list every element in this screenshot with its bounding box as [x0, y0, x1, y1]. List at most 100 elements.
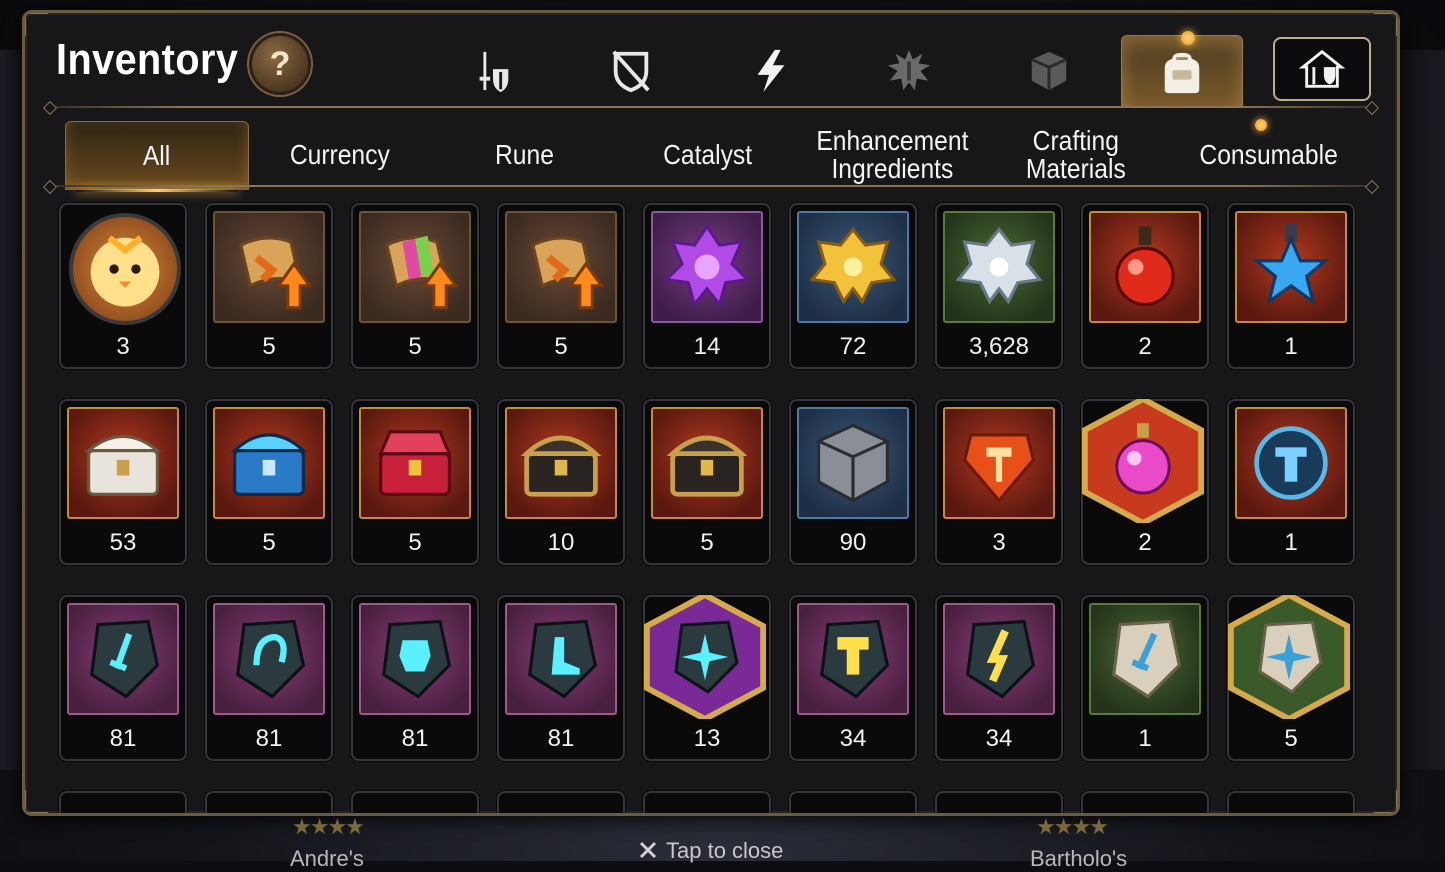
inventory-slot[interactable]: 2 [1081, 399, 1209, 565]
blue-chest-icon [230, 433, 308, 496]
background-left [0, 50, 22, 770]
item-frame [1089, 211, 1201, 323]
inventory-slot[interactable] [497, 791, 625, 813]
item-frame [67, 603, 179, 715]
tab-label: Rune [494, 139, 554, 170]
corner-ornament [25, 13, 48, 36]
inventory-slot[interactable]: 1 [1227, 203, 1355, 369]
item-frame [1227, 595, 1351, 719]
inventory-slot[interactable]: 53 [59, 399, 187, 565]
tab-all[interactable]: All [65, 121, 249, 192]
inventory-slot[interactable]: 1 [1227, 399, 1355, 565]
broken-shield-icon [612, 50, 650, 93]
item-count: 2 [1138, 333, 1152, 360]
item-count: 5 [408, 333, 422, 360]
divider [42, 100, 1380, 116]
tab-consumable[interactable]: Consumable [1169, 121, 1369, 189]
tab-rune[interactable]: Rune [433, 121, 615, 189]
tab-items[interactable] [1121, 35, 1243, 108]
inventory-slot[interactable]: 90 [789, 399, 917, 565]
tab-material[interactable] [989, 35, 1109, 107]
inventory-slot[interactable]: 3,628 [935, 203, 1063, 369]
pale-sword-stone-icon [1112, 619, 1182, 699]
tab-label: Currency [290, 139, 390, 170]
item-count: 81 [109, 725, 137, 752]
tab-catalyst[interactable] [849, 35, 969, 107]
armor-stone-icon [382, 619, 452, 699]
sword-stone-icon [90, 619, 160, 699]
inventory-slot[interactable]: 34 [789, 595, 917, 761]
inventory-slot[interactable]: 81 [59, 595, 187, 761]
hammer-gem-icon [962, 433, 1036, 503]
inventory-slot[interactable]: 5 [643, 399, 771, 565]
inventory-slot[interactable]: 81 [497, 595, 625, 761]
item-frame [213, 211, 325, 323]
inventory-slot[interactable]: 5 [205, 399, 333, 565]
tab-enhancement-ingredients[interactable]: Enhancement Ingredients [801, 121, 983, 189]
tab-artifact[interactable] [571, 35, 691, 107]
tab-storage[interactable] [1273, 37, 1371, 101]
item-count: 2 [1138, 529, 1152, 556]
item-count: 1 [1138, 725, 1152, 752]
notification-dot [1181, 31, 1195, 45]
inventory-slot[interactable]: 72 [789, 203, 917, 369]
inventory-slot[interactable] [935, 791, 1063, 813]
item-frame [1235, 407, 1347, 519]
inventory-slot[interactable] [643, 791, 771, 813]
item-frame [505, 407, 617, 519]
inventory-slot[interactable]: 5 [205, 203, 333, 369]
inventory-slot[interactable]: 5 [1227, 595, 1355, 761]
inventory-slot[interactable]: 81 [205, 595, 333, 761]
item-frame [651, 407, 763, 519]
house-shield-icon [1299, 49, 1345, 88]
inventory-slot[interactable]: 34 [935, 595, 1063, 761]
inventory-slot[interactable] [205, 791, 333, 813]
backpack-icon [1164, 52, 1200, 94]
item-frame [505, 211, 617, 323]
white-chest-icon [84, 434, 162, 496]
item-count: 34 [985, 725, 1013, 752]
inventory-slot[interactable] [1081, 791, 1209, 813]
inventory-slot[interactable] [789, 791, 917, 813]
inventory-slot[interactable] [59, 791, 187, 813]
item-frame [359, 211, 471, 323]
star-stone-icon [643, 595, 767, 719]
spiky-crest-icon [887, 49, 931, 91]
item-frame [69, 213, 181, 325]
item-count: 81 [401, 725, 429, 752]
inventory-slot[interactable]: 14 [643, 203, 771, 369]
inventory-slot[interactable]: 3 [935, 399, 1063, 565]
inventory-slot[interactable]: 2 [1081, 203, 1209, 369]
inventory-panel: Inventory ? All Currency Rune Catalyst E… [22, 10, 1400, 816]
inventory-slot[interactable] [351, 791, 479, 813]
close-icon[interactable] [638, 840, 658, 860]
item-count: 3 [116, 333, 130, 360]
inventory-slot[interactable]: 5 [351, 399, 479, 565]
tab-catalyst[interactable]: Catalyst [617, 121, 799, 189]
inventory-slot[interactable]: 5 [351, 203, 479, 369]
item-frame [797, 211, 909, 323]
tap-to-close[interactable]: Tap to close [666, 838, 783, 864]
reforge-hammer-icon [1254, 426, 1328, 500]
tab-skill[interactable] [711, 35, 831, 107]
tab-equipment[interactable] [433, 35, 553, 107]
character-name: Bartholo's [1030, 846, 1128, 871]
star-rating: ★★★★ [1036, 814, 1109, 839]
sword-shield-icon [479, 51, 509, 93]
inventory-slot[interactable]: 13 [643, 595, 771, 761]
inventory-slot[interactable]: 5 [497, 203, 625, 369]
tab-currency[interactable]: Currency [249, 121, 431, 189]
inventory-slot[interactable]: 3 [59, 203, 187, 369]
tab-crafting-materials[interactable]: Crafting Materials [985, 121, 1167, 189]
item-count: 90 [839, 529, 867, 556]
boots-stone-icon [528, 619, 598, 699]
inventory-slot[interactable]: 81 [351, 595, 479, 761]
item-count: 14 [693, 333, 721, 360]
item-count: 81 [547, 725, 575, 752]
inventory-slot[interactable]: 1 [1081, 595, 1209, 761]
item-frame [213, 407, 325, 519]
inventory-slot[interactable]: 10 [497, 399, 625, 565]
item-count: 72 [839, 333, 867, 360]
inventory-slot[interactable] [1227, 791, 1355, 813]
rainbow-scroll-icon [385, 235, 459, 310]
